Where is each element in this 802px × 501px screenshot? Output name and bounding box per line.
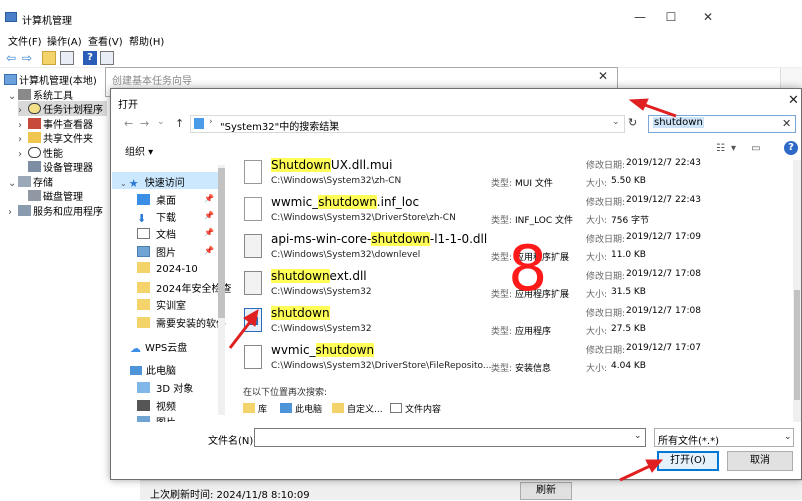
arrow-to-shutdown-file — [228, 309, 259, 349]
arrow-to-open-button — [619, 459, 664, 482]
annotation-arrows — [228, 98, 677, 482]
arrow-to-search — [628, 98, 677, 118]
